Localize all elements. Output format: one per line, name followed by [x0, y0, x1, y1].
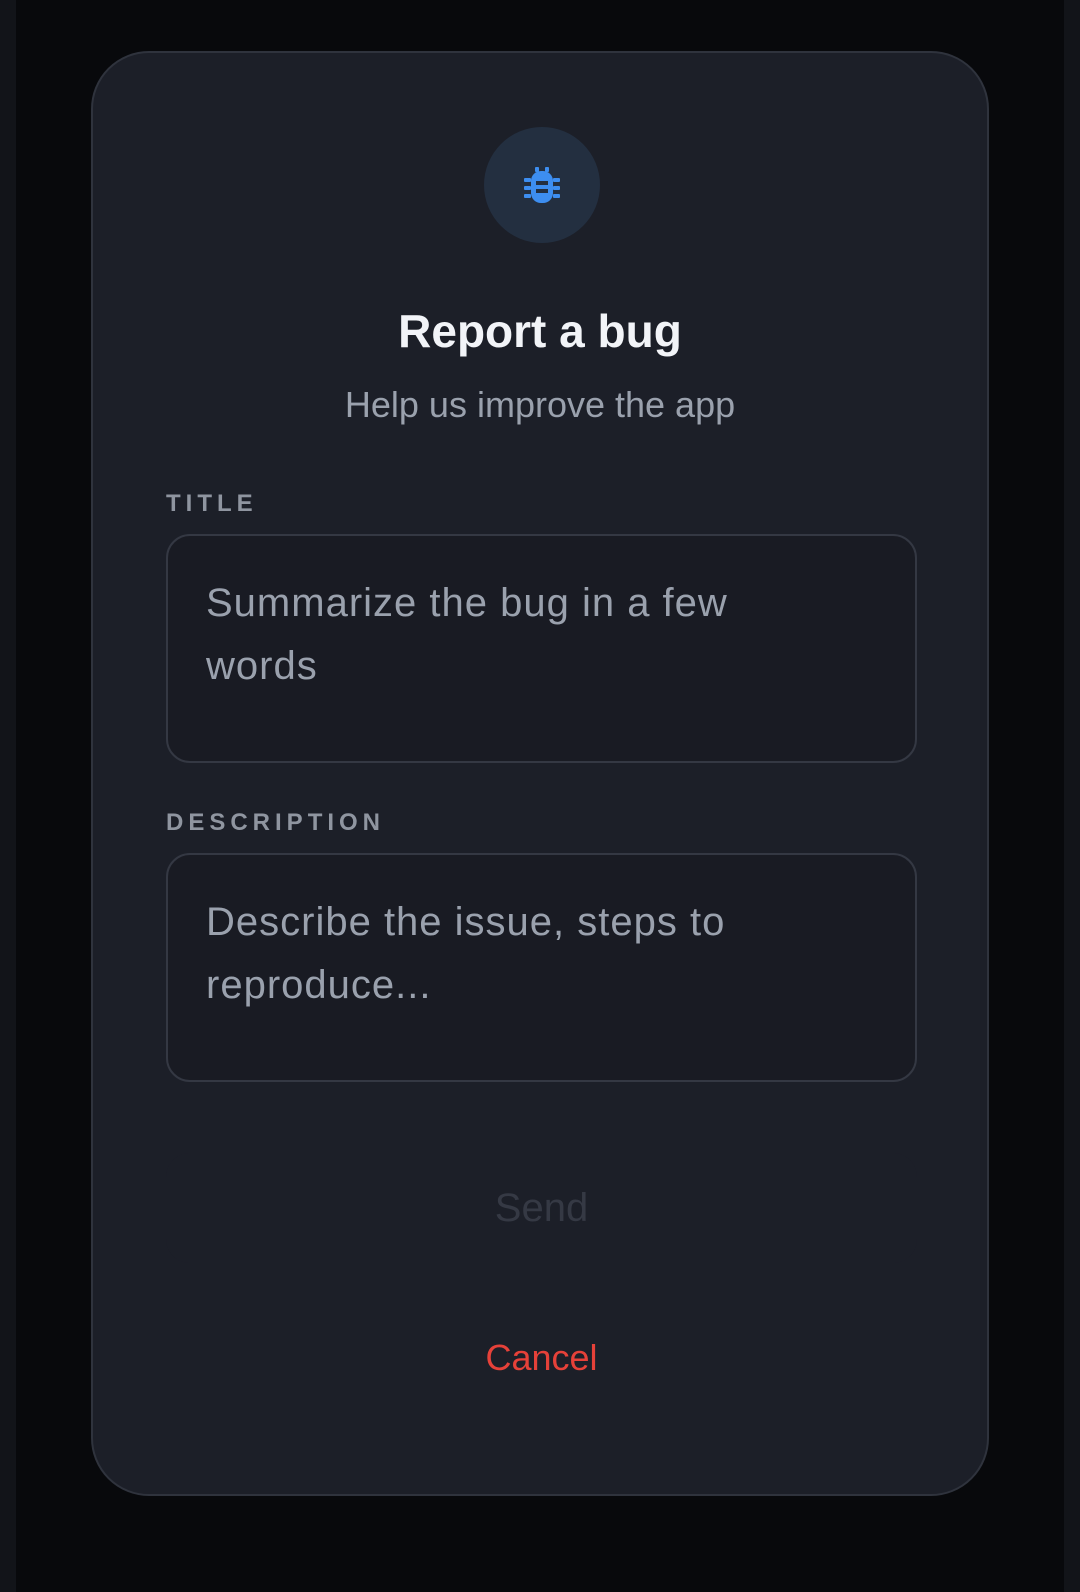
description-field-container	[166, 853, 917, 1082]
bug-icon	[524, 167, 560, 203]
right-edge	[1064, 0, 1080, 1592]
title-field-container	[166, 534, 917, 763]
dialog-title: Report a bug	[398, 305, 682, 357]
dialog-subtitle: Help us improve the app	[344, 384, 736, 425]
description-field-label: DESCRIPTION	[166, 809, 386, 836]
screen: Report a bug Help us improve the app TIT…	[0, 0, 1080, 1592]
bug-icon-badge	[484, 127, 600, 243]
send-button[interactable]: Send	[166, 1153, 917, 1263]
title-field-label: TITLE	[166, 490, 258, 517]
title-input[interactable]	[206, 572, 846, 722]
description-input[interactable]	[206, 891, 846, 1041]
cancel-button[interactable]: Cancel	[166, 1303, 917, 1413]
report-bug-dialog: Report a bug Help us improve the app TIT…	[91, 51, 989, 1496]
left-edge	[0, 0, 16, 1592]
